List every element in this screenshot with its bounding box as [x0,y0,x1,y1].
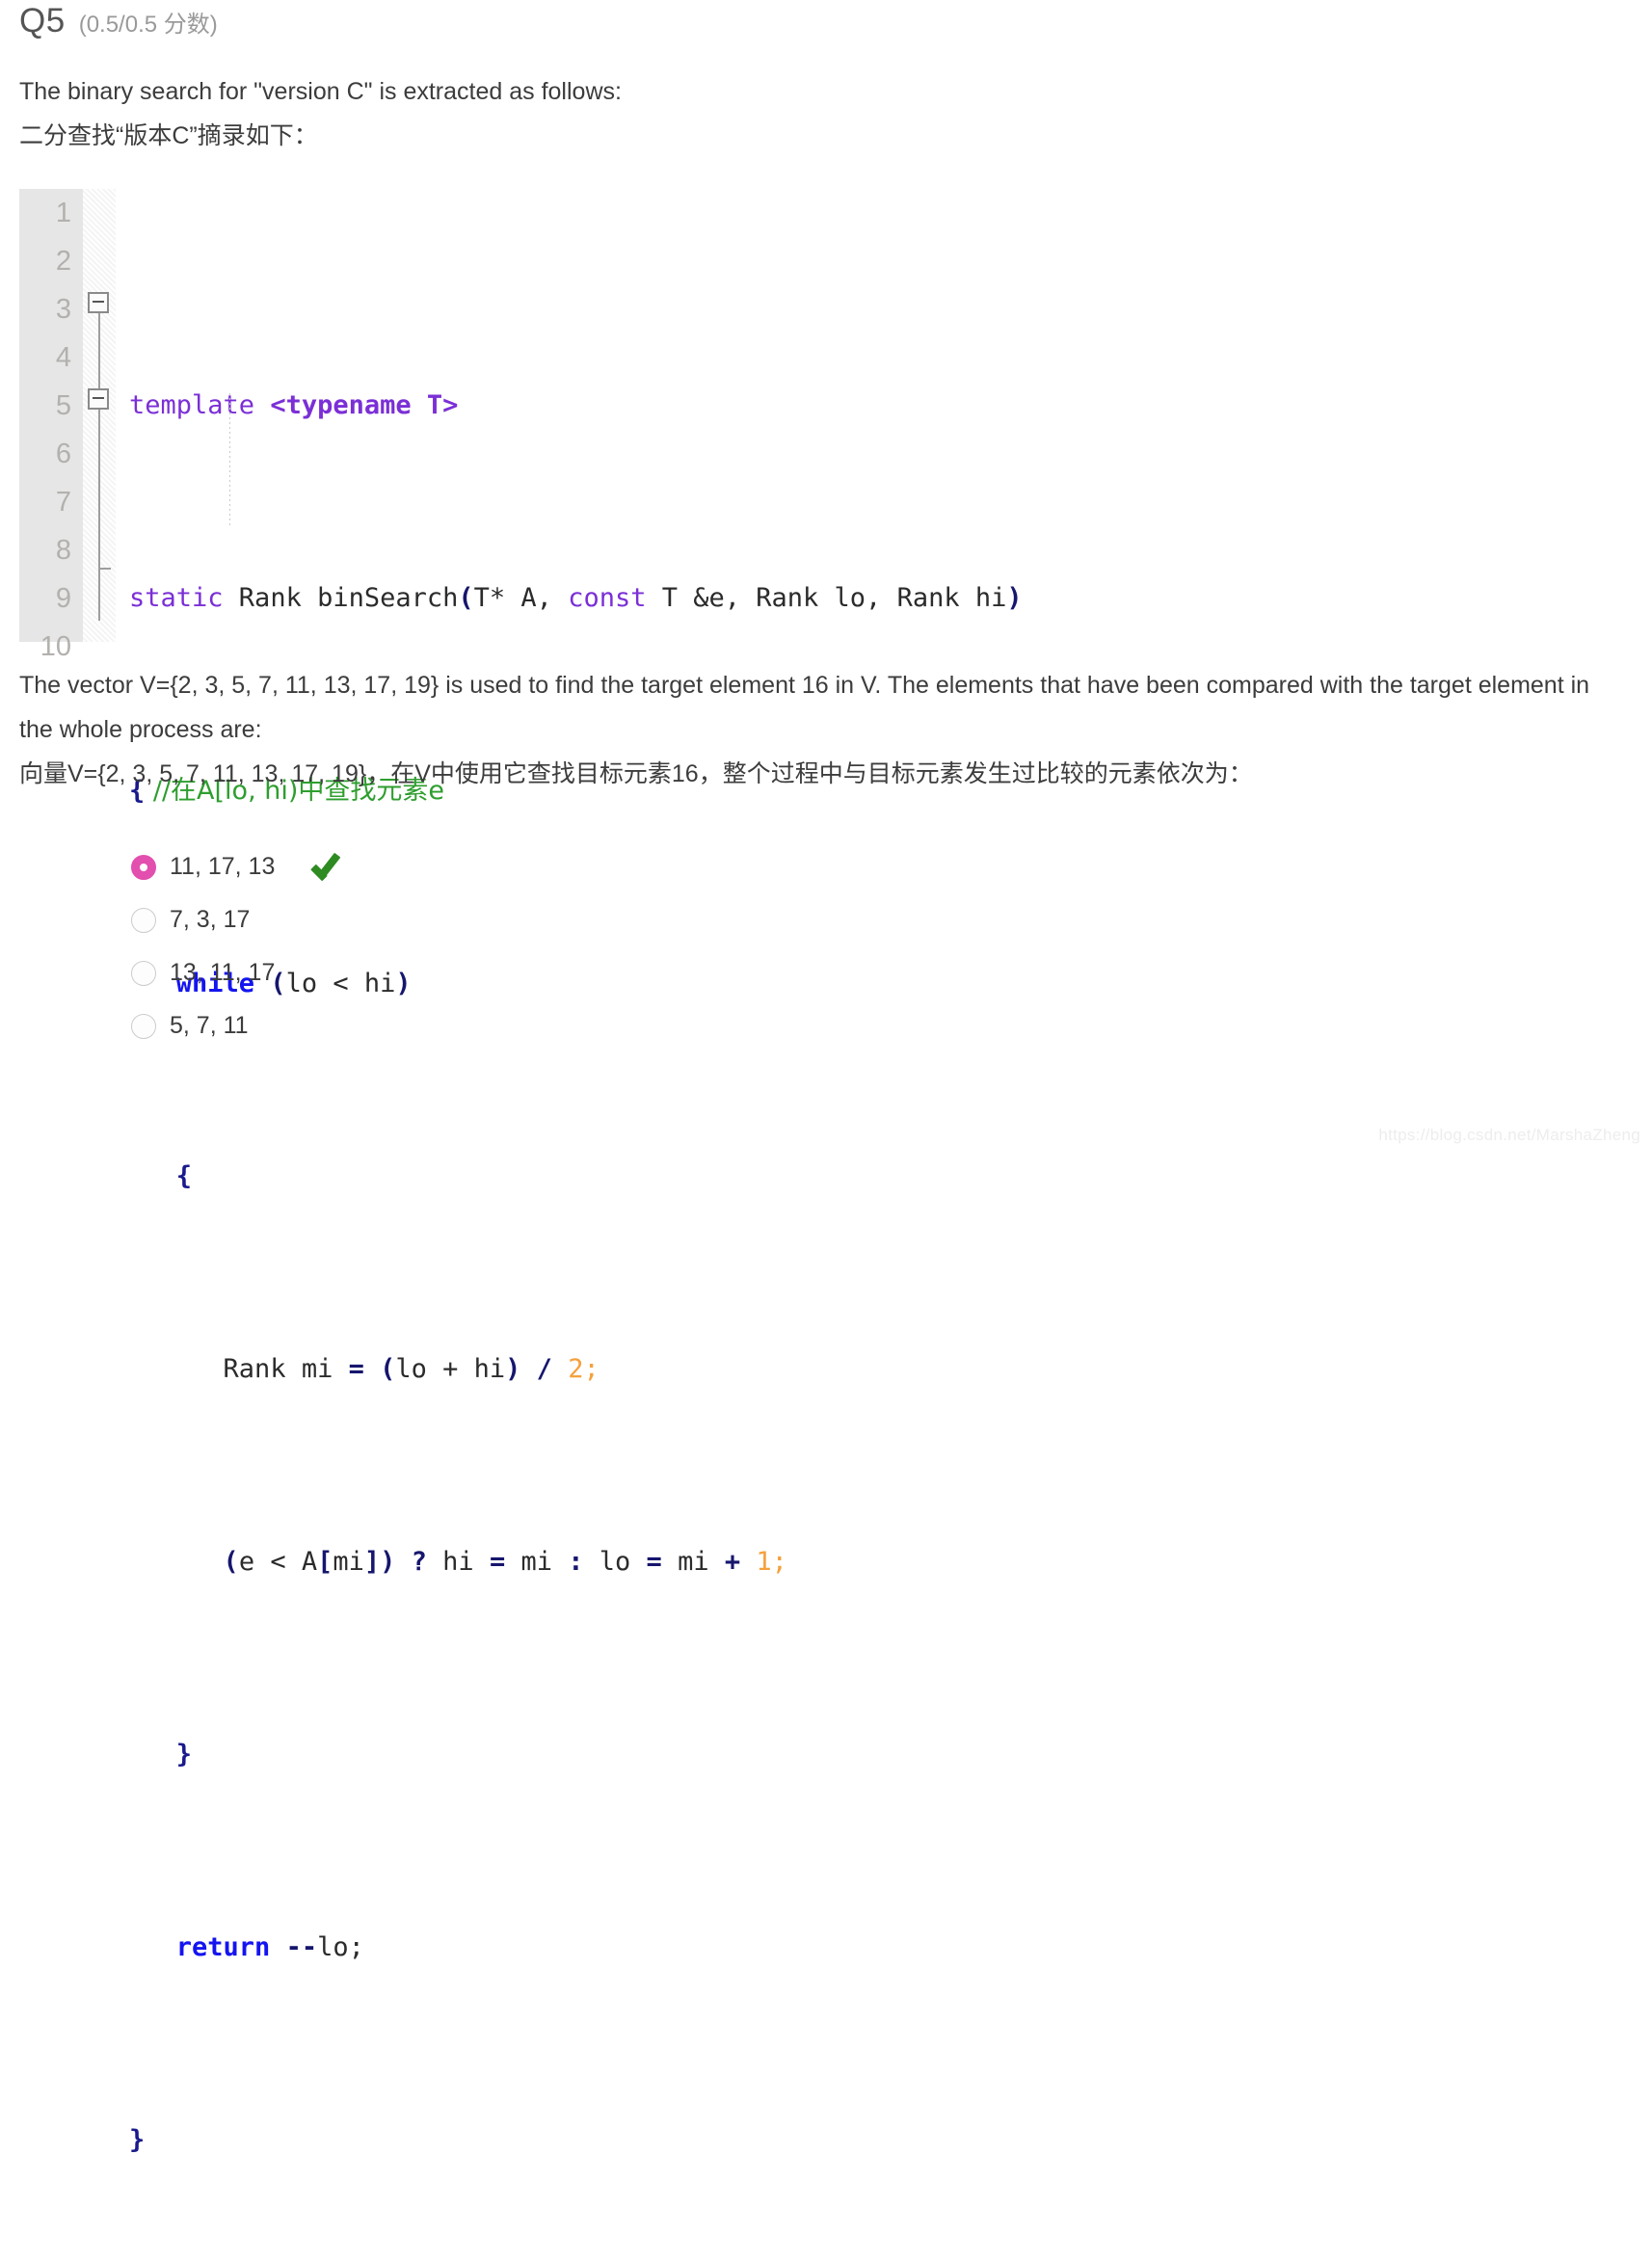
option-label: 11, 17, 13 [170,853,276,880]
line-number: 8 [55,535,71,566]
line-number: 3 [55,294,71,325]
code-block: 1 2 3 4 5 6 7 8 9 10 template <typename … [19,189,1639,2155]
radio-button[interactable] [131,907,156,933]
line-number: 6 [55,439,71,469]
line-number: 5 [55,390,71,421]
token-ternary: ? [411,1547,443,1577]
radio-button-selected[interactable] [131,854,156,880]
token-brace: } [129,2125,146,2155]
prompt-english-1: The binary search for "version C" is ext… [19,78,622,105]
token-keyword-return: return [175,1932,271,1962]
line-number: 2 [55,246,71,277]
token-identifier: hi [442,1547,490,1577]
token-number: 1; [756,1547,787,1577]
token-operator: -- [270,1932,318,1962]
code-line-10: } [129,2116,1639,2165]
radio-button[interactable] [131,1013,156,1039]
line-number: 4 [55,342,71,373]
code-line-9: return --lo; [129,1924,1639,1972]
token-keyword: template [129,390,255,420]
token-brace: } [175,1740,193,1769]
answer-options: 11, 17, 13 7, 3, 17 13, 11, 17 5, 7, 11 [131,840,806,1052]
code-line-1: template <typename T> [129,382,1639,430]
line-number: 7 [55,487,71,518]
token-expression: lo + hi [395,1354,506,1384]
token-operator: = ( [348,1354,396,1384]
token-typename: <typename T> [270,390,459,420]
option-label: 7, 3, 17 [170,906,251,933]
token-declaration: Rank mi [223,1354,349,1384]
code-line-number-gutter: 1 2 3 4 5 6 7 8 9 10 [19,189,83,662]
code-line-2: static Rank binSearch(T* A, const T &e, … [129,574,1639,623]
token-brace: { [175,1161,193,1191]
option-row[interactable]: 13, 11, 17 [131,946,806,999]
token-identifier: mi [678,1547,725,1577]
token-identifier: lo [599,1547,647,1577]
indent-guide [229,393,230,528]
radio-button[interactable] [131,960,156,986]
token-keyword: static [129,583,224,613]
code-line-5: { [129,1153,1639,1201]
prompt-english-2: The vector V={2, 3, 5, 7, 11, 13, 17, 19… [19,672,1590,743]
token-identifier: Rank binSearch [223,583,459,613]
prompt-chinese-2: 向量V={2, 3, 5, 7, 11, 13, 17, 19}，在V中使用它查… [19,760,1253,787]
line-number: 9 [55,583,71,614]
prompt-chinese-1: 二分查找“版本C”摘录如下： [19,122,318,149]
token-operator: ) / [505,1354,569,1384]
token-expression: e < A [238,1547,318,1577]
collapse-icon[interactable] [88,388,109,410]
token-paren: ) [380,1547,412,1577]
option-label: 5, 7, 11 [170,1012,249,1039]
collapse-icon[interactable] [88,292,109,313]
token-number: 2; [568,1354,600,1384]
token-paren: ( [223,1547,239,1577]
token-params: T &e, Rank lo, Rank hi [646,583,1007,613]
token-identifier: mi [520,1547,569,1577]
checkmark-icon [313,853,352,882]
question-header: Q5 (0.5/0.5 分数) [19,2,218,40]
token-bracket: [ [317,1547,333,1577]
token-operator: = [489,1547,521,1577]
token-operator: = [646,1547,679,1577]
code-line-7: (e < A[mi]) ? hi = mi : lo = mi + 1; [129,1538,1639,1586]
watermark: https://blog.csdn.net/MarshaZheng [1378,1126,1640,1144]
fold-guide-line [98,303,100,621]
option-row[interactable]: 11, 17, 13 [131,840,806,893]
token-paren: ) [1006,583,1023,613]
token-paren: ( [458,583,474,613]
token-keyword: const [568,583,647,613]
token-identifier: lo; [317,1932,364,1962]
question-score: (0.5/0.5 分数) [78,12,218,38]
code-line-8: } [129,1731,1639,1779]
option-row[interactable]: 5, 7, 11 [131,999,806,1052]
token-identifier: mi [333,1547,364,1577]
page-title: Q5 [19,2,66,40]
fold-end-tick [99,568,111,570]
token-bracket: ] [363,1547,381,1577]
token-operator: + [724,1547,757,1577]
code-line-6: Rank mi = (lo + hi) / 2; [129,1345,1639,1394]
line-number: 1 [55,198,71,228]
token-params: T* A, [473,583,569,613]
token-ternary: : [568,1547,600,1577]
option-label: 13, 11, 17 [170,959,276,986]
code-fold-column [83,189,116,642]
code-content: template <typename T> static Rank binSea… [116,189,1639,2155]
option-row[interactable]: 7, 3, 17 [131,893,806,946]
